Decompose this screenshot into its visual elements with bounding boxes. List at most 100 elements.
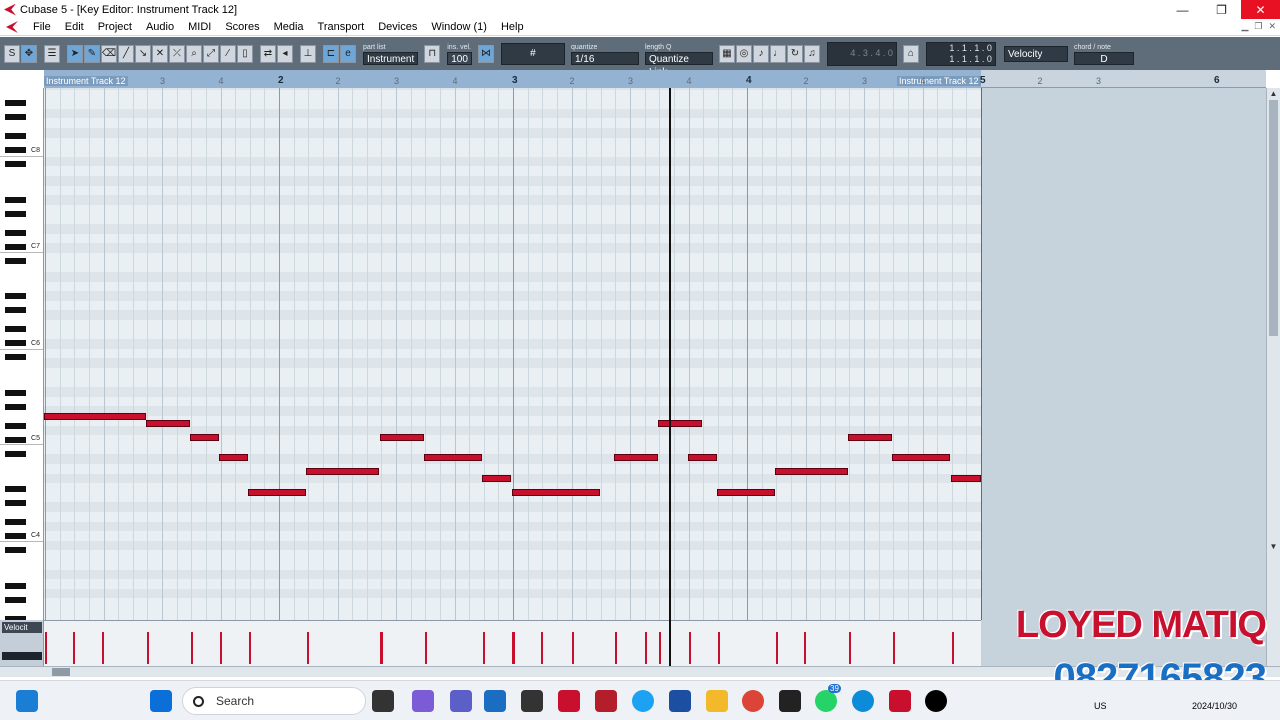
length-q-select[interactable]: Quantize Link (644, 51, 713, 78)
vertical-scroll-thumb[interactable] (1269, 100, 1278, 336)
ruler[interactable]: Instrument Track 12 Instrument Track 12 … (44, 70, 1266, 88)
velocity-bar[interactable] (718, 632, 720, 664)
twitter-icon[interactable] (632, 690, 654, 712)
mdi-minimize-icon[interactable]: ▁ (1241, 21, 1248, 32)
draw-pencil-icon[interactable]: ✎ (84, 44, 100, 63)
midi-note[interactable] (775, 468, 848, 475)
horizontal-scroll-thumb[interactable] (52, 668, 70, 676)
velocity-bar[interactable] (952, 632, 954, 664)
snap-icon[interactable]: ⋈ (477, 44, 494, 63)
velocity-bar[interactable] (615, 632, 617, 664)
velocity-bar[interactable] (572, 632, 574, 664)
fl-studio-icon[interactable] (779, 690, 801, 712)
menu-window[interactable]: Window (1) (424, 21, 494, 33)
keyboard-language[interactable]: US (1094, 701, 1107, 711)
black-key[interactable] (5, 326, 26, 332)
insert-velocity-field[interactable]: ins. vel. 100 (447, 41, 472, 67)
velocity-bar[interactable] (483, 632, 485, 664)
vertical-scrollbar[interactable]: ▲ ▼ (1266, 88, 1280, 666)
velocity-lane[interactable] (44, 620, 981, 666)
velocity-bar[interactable] (102, 632, 104, 664)
midi-note[interactable] (482, 475, 511, 482)
time-warp-icon[interactable]: ▯ (237, 44, 253, 63)
l-app-icon[interactable] (669, 690, 691, 712)
black-key[interactable] (5, 450, 26, 457)
menu-help[interactable]: Help (494, 21, 531, 33)
glue-icon[interactable]: ⤫ (169, 44, 185, 63)
document-menu-icon[interactable] (6, 21, 18, 33)
black-key[interactable] (5, 243, 26, 250)
menu-project[interactable]: Project (91, 21, 139, 33)
menu-media[interactable]: Media (267, 21, 311, 33)
insert-velocity-icon[interactable]: ⊓ (424, 44, 441, 63)
velocity-bar[interactable] (849, 632, 851, 664)
black-key[interactable] (5, 436, 26, 443)
midi-note[interactable] (219, 454, 248, 461)
velocity-bar[interactable] (220, 632, 222, 664)
solo-button[interactable]: S (4, 44, 20, 63)
black-key[interactable] (5, 547, 26, 553)
midi-note[interactable] (190, 434, 219, 441)
part-list-field[interactable]: part list Instrument (363, 41, 419, 67)
velocity-bar[interactable] (893, 632, 895, 664)
edge-icon[interactable] (852, 690, 874, 712)
velocity-bar[interactable] (191, 632, 193, 664)
trim-icon[interactable]: ↘ (135, 44, 151, 63)
menu-midi[interactable]: MIDI (181, 21, 218, 33)
velocity-bar[interactable] (689, 632, 691, 664)
black-key[interactable] (5, 389, 26, 396)
black-key[interactable] (5, 596, 26, 603)
menu-devices[interactable]: Devices (371, 21, 424, 33)
project-cursor[interactable] (669, 88, 671, 666)
teams-icon[interactable] (450, 690, 472, 712)
record-icon[interactable] (925, 690, 947, 712)
midi-note[interactable] (146, 420, 190, 427)
mute-icon[interactable]: ⤢ (203, 44, 219, 63)
controller-select[interactable]: Velocity (1003, 45, 1068, 62)
velocity-lane-select[interactable]: Velocit (2, 622, 42, 633)
step-input-icon[interactable]: ▦ (718, 44, 735, 63)
midi-note[interactable] (614, 454, 658, 461)
black-key[interactable] (5, 196, 26, 203)
velocity-bar[interactable] (73, 632, 75, 664)
mcafee-icon[interactable] (558, 690, 580, 712)
start-icon[interactable] (150, 690, 172, 712)
autoselect-icon[interactable]: ⇄ (260, 44, 276, 63)
note-grid[interactable] (44, 88, 981, 620)
black-key[interactable] (5, 340, 26, 346)
quantize-field[interactable]: quantize 1/16 (570, 41, 639, 67)
menu-scores[interactable]: Scores (218, 21, 266, 33)
task-view-icon[interactable] (372, 690, 394, 712)
app-icon[interactable] (595, 690, 617, 712)
copilot-icon[interactable] (412, 690, 434, 712)
show-part-borders-icon[interactable]: ◂ (277, 44, 293, 63)
part-list-select[interactable]: Instrument (363, 51, 419, 65)
black-key[interactable] (5, 519, 26, 525)
midi-input-icon[interactable]: ◎ (735, 44, 752, 63)
black-key[interactable] (5, 229, 26, 236)
restore-button[interactable]: ❐ (1202, 0, 1241, 19)
black-key[interactable] (5, 147, 26, 153)
midi-note[interactable] (658, 420, 702, 427)
erase-icon[interactable]: ⌫ (101, 44, 117, 63)
taskbar-search[interactable]: Search (182, 687, 366, 715)
mdi-close-icon[interactable]: ✕ (1268, 21, 1276, 32)
black-key[interactable] (5, 422, 26, 429)
black-key[interactable] (5, 133, 26, 139)
quantize-select[interactable]: 1/16 (570, 51, 639, 65)
scroll-down-icon[interactable]: ▼ (1268, 542, 1279, 552)
notepad-icon[interactable] (521, 690, 543, 712)
velocity-bar[interactable] (541, 632, 543, 664)
velocity-bar[interactable] (307, 632, 309, 664)
black-key[interactable] (5, 257, 26, 264)
black-key[interactable] (5, 403, 26, 410)
midi-note[interactable] (248, 489, 306, 496)
black-key[interactable] (5, 100, 26, 106)
midi-note[interactable] (848, 434, 892, 441)
widgets-icon[interactable] (16, 690, 38, 712)
black-key[interactable] (5, 582, 26, 589)
part-borders-icon[interactable]: ⊏ (323, 44, 339, 63)
black-key[interactable] (5, 114, 26, 120)
midi-note[interactable] (717, 489, 775, 496)
midi-note[interactable] (380, 434, 424, 441)
